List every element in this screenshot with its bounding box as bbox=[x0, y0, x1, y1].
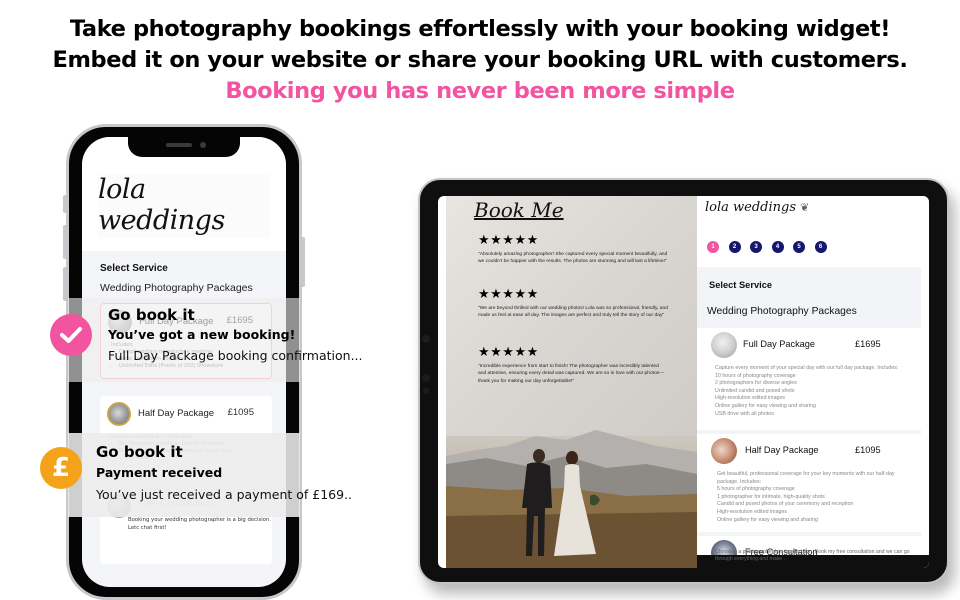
tablet-sensor bbox=[422, 374, 430, 382]
package-description: Capture every moment of your special day… bbox=[715, 365, 905, 418]
review-2: ★★★★★ "We are beyond thrilled with our w… bbox=[478, 288, 668, 320]
star-rating: ★★★★★ bbox=[478, 233, 539, 248]
speaker-icon bbox=[166, 143, 192, 147]
package-avatar bbox=[107, 402, 131, 426]
pound-icon: £ bbox=[40, 447, 82, 489]
notification-title: You’ve got a new booking! bbox=[108, 327, 296, 342]
select-service-panel bbox=[697, 267, 921, 328]
check-icon bbox=[50, 314, 92, 356]
package-name: Full Day Package bbox=[743, 339, 816, 349]
step-2[interactable]: 2 bbox=[728, 241, 741, 253]
phone-packages-heading: Wedding Photography Packages bbox=[100, 282, 253, 294]
package-desc-line: 10 hours of photography coverage bbox=[715, 372, 796, 379]
package-price: £1095 bbox=[855, 445, 881, 455]
star-rating: ★★★★★ bbox=[478, 287, 539, 302]
review-3: ★★★★★ "Incredible experience from start … bbox=[478, 346, 668, 385]
package-desc-line: Capture every moment of your special day… bbox=[715, 365, 899, 371]
floral-sprig-icon: ❦ bbox=[800, 201, 810, 214]
camera-icon bbox=[200, 142, 206, 148]
step-6[interactable]: 6 bbox=[814, 241, 827, 253]
book-me-title: Book Me bbox=[474, 198, 564, 222]
notification-payment-received[interactable]: £ Go book it Payment received You’ve jus… bbox=[40, 433, 352, 517]
notification-app-name: Go book it bbox=[108, 306, 195, 324]
package-desc-line: Online gallery for easy viewing and shar… bbox=[717, 516, 818, 523]
headline-line-1: Take photography bookings effortlessly w… bbox=[69, 16, 891, 42]
review-1: ★★★★★ "Absolutely amazing photographer! … bbox=[478, 234, 668, 266]
package-description: Booking your wedding photographer is a b… bbox=[128, 517, 271, 531]
phone-volume-down bbox=[63, 267, 67, 301]
tablet-sensor bbox=[422, 335, 430, 343]
package-desc-line: Unlimited candid and posed shots bbox=[715, 387, 795, 394]
package-price: £1695 bbox=[855, 339, 881, 349]
notification-title: Payment received bbox=[96, 465, 223, 480]
package-card-half-day[interactable]: Half Day Package £1095 Get beautiful, pr… bbox=[697, 430, 921, 530]
package-avatar bbox=[711, 332, 737, 358]
phone-notch bbox=[128, 137, 240, 157]
tablet-sensor bbox=[423, 388, 429, 394]
review-quote: "Absolutely amazing photographer! She ca… bbox=[478, 252, 668, 265]
widget-logo-text: lola weddings bbox=[705, 200, 797, 215]
headline-line-2: Embed it on your website or share your b… bbox=[52, 47, 908, 73]
package-description: Get beautiful, professional coverage for… bbox=[717, 471, 915, 524]
package-name: Half Day Package bbox=[745, 445, 819, 455]
notification-body: Full Day Package booking confirmation... bbox=[108, 348, 363, 363]
package-desc-line: High-resolution edited images bbox=[715, 395, 786, 402]
step-indicator: 1 2 3 4 5 6 bbox=[707, 241, 827, 253]
phone-select-service-label: Select Service bbox=[100, 263, 168, 274]
step-5[interactable]: 5 bbox=[793, 241, 805, 253]
packages-heading: Wedding Photography Packages bbox=[707, 306, 857, 317]
notification-app-name: Go book it bbox=[96, 443, 183, 461]
screen-bottom-bezel-overlap: Choosing a photographer is a big decisio… bbox=[697, 549, 929, 568]
review-quote: "We are beyond thrilled with our wedding… bbox=[478, 306, 668, 319]
reviews-pane: Book Me ★★★★★ "Absolutely amazing photog… bbox=[446, 196, 697, 568]
select-service-label: Select Service bbox=[709, 280, 773, 290]
widget-logo: lola weddings ❦ bbox=[705, 200, 809, 215]
notification-body: You’ve just received a payment of £169.. bbox=[96, 487, 353, 502]
package-name: Half Day Package bbox=[138, 408, 215, 419]
step-4[interactable]: 4 bbox=[771, 241, 784, 253]
phone-volume-up bbox=[63, 225, 67, 259]
package-description: Choosing a photographer is a big decisio… bbox=[715, 549, 910, 563]
package-card-full-day[interactable]: Full Day Package £1695 Capture every mom… bbox=[697, 324, 921, 428]
phone-logo: lola weddings bbox=[98, 174, 225, 236]
package-desc-line: High-resolution edited images bbox=[717, 508, 788, 515]
headline: Take photography bookings effortlessly w… bbox=[0, 14, 960, 107]
tablet-mockup: Book Me ★★★★★ "Absolutely amazing photog… bbox=[418, 178, 949, 584]
booking-widget-pane: lola weddings ❦ 1 2 3 4 5 6 Select Servi… bbox=[697, 196, 929, 568]
phone-power-button bbox=[301, 237, 305, 287]
package-desc-line: Candid and posed photos of your ceremony… bbox=[717, 501, 854, 508]
phone-mute-switch bbox=[63, 195, 67, 213]
step-1[interactable]: 1 bbox=[707, 241, 719, 253]
step-3[interactable]: 3 bbox=[750, 241, 762, 253]
package-desc-line: 1 photographer for intimate, high-qualit… bbox=[717, 493, 825, 500]
headline-tagline: Booking you has never been more simple bbox=[225, 78, 735, 104]
package-avatar bbox=[711, 438, 737, 464]
star-rating: ★★★★★ bbox=[478, 345, 539, 360]
phone-logo-box: lola weddings bbox=[98, 173, 270, 237]
tablet-screen: Book Me ★★★★★ "Absolutely amazing photog… bbox=[438, 196, 929, 568]
notification-new-booking[interactable]: Go book it You’ve got a new booking! Ful… bbox=[50, 298, 363, 382]
package-desc-line: USB drive with all photos bbox=[715, 410, 774, 417]
package-desc-line: Online gallery for easy viewing and shar… bbox=[715, 402, 816, 409]
package-price: £1095 bbox=[227, 407, 254, 418]
review-quote: "Incredible experience from start to fin… bbox=[478, 364, 665, 384]
package-desc-line: 2 photographers for diverse angles bbox=[715, 380, 797, 387]
wedding-couple-photo bbox=[446, 430, 697, 568]
package-desc-line: 5 hours of photography coverage bbox=[717, 486, 795, 493]
package-desc-line: Get beautiful, professional coverage for… bbox=[717, 471, 895, 485]
